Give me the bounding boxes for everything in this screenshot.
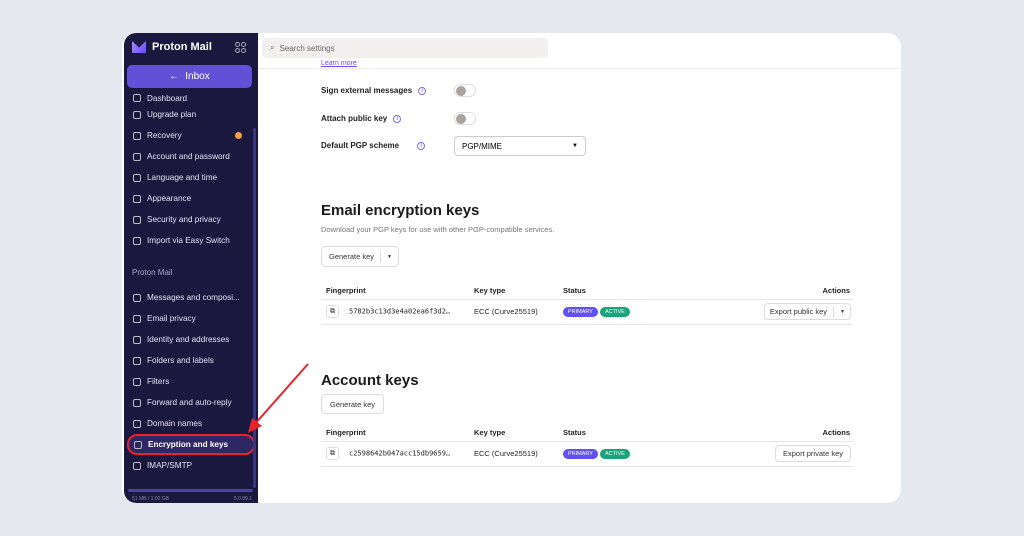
annotation-arrow — [248, 363, 309, 433]
arrow-line — [253, 363, 309, 426]
arrow-head — [248, 418, 262, 433]
